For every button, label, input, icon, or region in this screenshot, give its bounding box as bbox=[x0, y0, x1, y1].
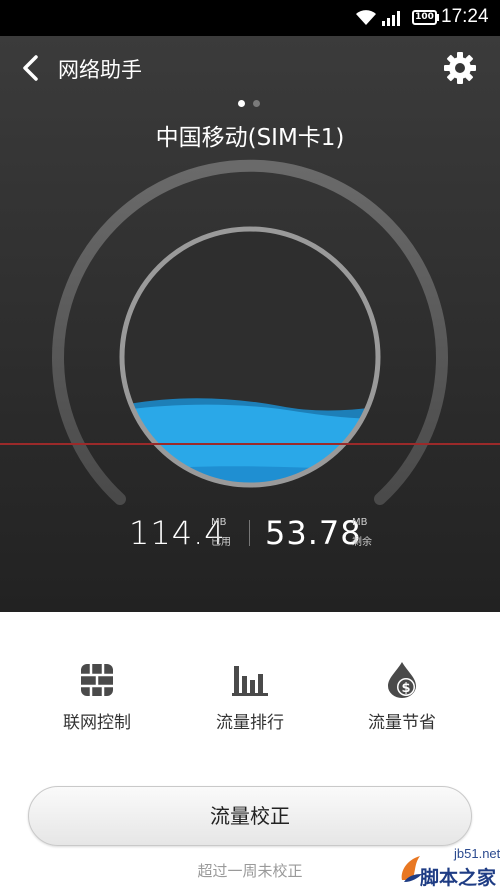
feature-label: 流量排行 bbox=[216, 713, 284, 733]
money-drop-icon: $ bbox=[388, 662, 416, 698]
feature-label: 流量节省 bbox=[368, 713, 436, 733]
red-guide-line bbox=[0, 443, 500, 445]
used-unit: MB bbox=[211, 517, 227, 528]
used-label: 已用 bbox=[211, 537, 231, 548]
usage-readout: 114.4 MB 已用 53.78 MB 剩余 bbox=[0, 512, 500, 562]
feature-network-control[interactable]: 联网控制 bbox=[37, 660, 157, 733]
feature-label: 联网控制 bbox=[63, 713, 131, 733]
remaining-label: 剩余 bbox=[352, 537, 372, 548]
watermark: jb51.net 脚本之家 bbox=[398, 846, 500, 889]
svg-text:$: $ bbox=[401, 681, 410, 696]
usage-divider bbox=[249, 520, 250, 546]
remaining-value: 53.78 bbox=[265, 514, 362, 552]
watermark-site: jb51.net bbox=[454, 846, 500, 861]
bar-chart-icon bbox=[232, 666, 268, 696]
watermark-name: 脚本之家 bbox=[420, 867, 497, 889]
remaining-unit: MB bbox=[352, 517, 368, 528]
firewall-icon bbox=[81, 664, 113, 696]
calibrate-button[interactable]: 流量校正 bbox=[28, 786, 472, 846]
feature-traffic-saving[interactable]: $ 流量节省 bbox=[342, 660, 462, 733]
feature-traffic-ranking[interactable]: 流量排行 bbox=[190, 660, 310, 733]
